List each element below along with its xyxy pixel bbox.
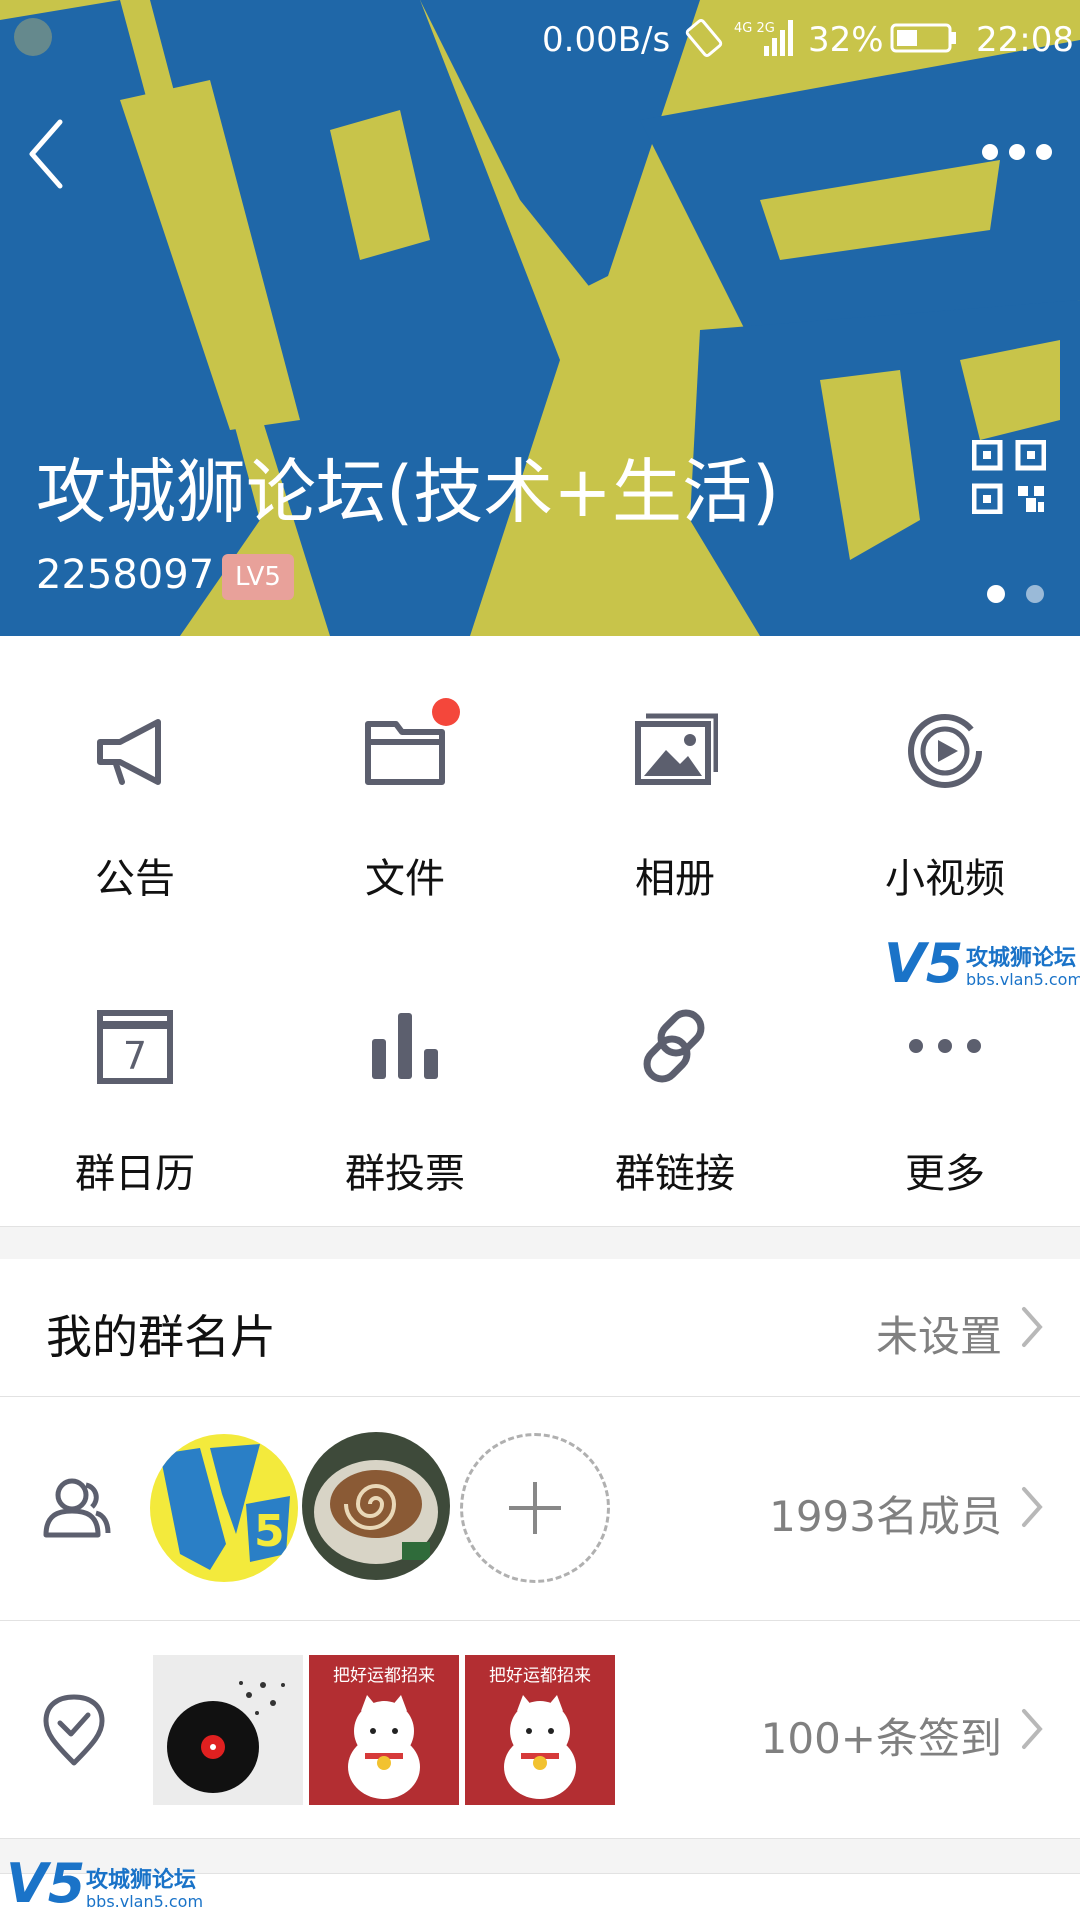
feature-label: 相册 — [635, 856, 715, 902]
watermark-logo: V5 攻城狮论坛 bbs.vlan5.com — [884, 932, 1080, 995]
clock: 22:08 — [976, 20, 1074, 60]
feature-label: 群日历 — [75, 1151, 195, 1197]
group-card-value: 未设置 — [875, 1312, 1002, 1361]
video-icon — [908, 714, 982, 788]
feature-label: 公告 — [95, 856, 175, 902]
feature-calendar[interactable]: 7 群日历 — [0, 931, 270, 1221]
checkin-thumbnail[interactable] — [153, 1655, 303, 1805]
screenshot-icon — [14, 18, 52, 56]
feature-label: 小视频 — [885, 856, 1005, 902]
avatar[interactable] — [302, 1432, 450, 1580]
feature-link[interactable]: 群链接 — [540, 931, 810, 1221]
vinyl-record-image — [153, 1655, 303, 1805]
chevron-right-icon — [1022, 1307, 1043, 1347]
feature-label: 群链接 — [615, 1151, 735, 1197]
group-name: 攻城狮论坛(技术+生活) — [36, 451, 780, 533]
member-count: 1993名成员 — [769, 1492, 1002, 1541]
battery-icon — [890, 23, 956, 53]
avatar[interactable]: 5 — [150, 1434, 298, 1582]
more-options-icon[interactable] — [980, 140, 1054, 164]
megaphone-icon — [97, 719, 161, 785]
group-id: 2258097 — [36, 552, 215, 598]
feature-files[interactable]: 文件 — [270, 636, 540, 926]
checkin-count: 100+条签到 — [760, 1714, 1002, 1763]
checkin-thumbnail[interactable]: 把好运都招来 — [309, 1655, 459, 1805]
more-icon — [909, 1039, 981, 1053]
poll-icon — [372, 1013, 438, 1079]
feature-label: 更多 — [905, 1151, 985, 1197]
svg-text:把好运都招来: 把好运都招来 — [333, 1666, 435, 1686]
signal-icon: 4G 2G — [734, 20, 793, 56]
svg-text:把好运都招来: 把好运都招来 — [489, 1666, 591, 1686]
calendar-icon: 7 — [97, 1010, 173, 1084]
link-icon — [643, 1009, 705, 1083]
svg-text:5: 5 — [254, 1506, 285, 1557]
feature-grid: 公告 文件 相册 小视频 7 群日历 群投票 群链接 更多 V5 攻城狮论坛 b… — [0, 636, 1080, 1226]
feature-label: 文件 — [365, 856, 445, 902]
feature-short-video[interactable]: 小视频 — [810, 636, 1080, 926]
level-badge: LV5 — [222, 554, 294, 600]
group-card-title: 我的群名片 — [46, 1310, 276, 1364]
members-icon — [43, 1478, 111, 1538]
album-icon — [635, 713, 718, 785]
battery-percent: 32% — [808, 20, 884, 60]
page-indicator — [987, 585, 1044, 603]
checkins-row[interactable]: 把好运都招来 把好运都招来 100+条签到 — [0, 1621, 1080, 1837]
chevron-right-icon — [1022, 1709, 1043, 1749]
back-icon[interactable] — [26, 118, 66, 190]
lucky-cat-image: 把好运都招来 — [465, 1655, 615, 1805]
banner-background — [0, 0, 1080, 636]
my-group-card-row[interactable]: 我的群名片 未设置 — [0, 1259, 1080, 1395]
checkin-thumbnail[interactable]: 把好运都招来 — [465, 1655, 615, 1805]
status-bar: 0.00B/s 4G 2G 32% 22:08 — [0, 0, 1080, 80]
plus-icon — [509, 1482, 561, 1534]
group-header-banner: 0.00B/s 4G 2G 32% 22:08 攻城狮论坛(技术+生活) 225… — [0, 0, 1080, 636]
qr-code-icon[interactable] — [972, 440, 1046, 514]
unread-badge — [432, 698, 460, 726]
feature-label: 群投票 — [345, 1151, 465, 1197]
feature-poll[interactable]: 群投票 — [270, 931, 540, 1221]
feature-announcement[interactable]: 公告 — [0, 636, 270, 926]
lucky-cat-image: 把好运都招来 — [309, 1655, 459, 1805]
watermark-logo: V5 攻城狮论坛 bbs.vlan5.com — [6, 1852, 204, 1915]
svg-text:4G 2G: 4G 2G — [734, 21, 775, 36]
auto-rotate-icon — [685, 19, 723, 57]
feature-album[interactable]: 相册 — [540, 636, 810, 926]
members-row[interactable]: 5 1993名成员 — [0, 1397, 1080, 1619]
section-divider — [0, 1226, 1080, 1260]
add-member-button[interactable] — [460, 1433, 610, 1583]
svg-text:7: 7 — [123, 1034, 147, 1078]
net-speed: 0.00B/s — [542, 20, 671, 60]
location-check-icon — [43, 1694, 105, 1766]
chevron-right-icon — [1022, 1487, 1043, 1527]
